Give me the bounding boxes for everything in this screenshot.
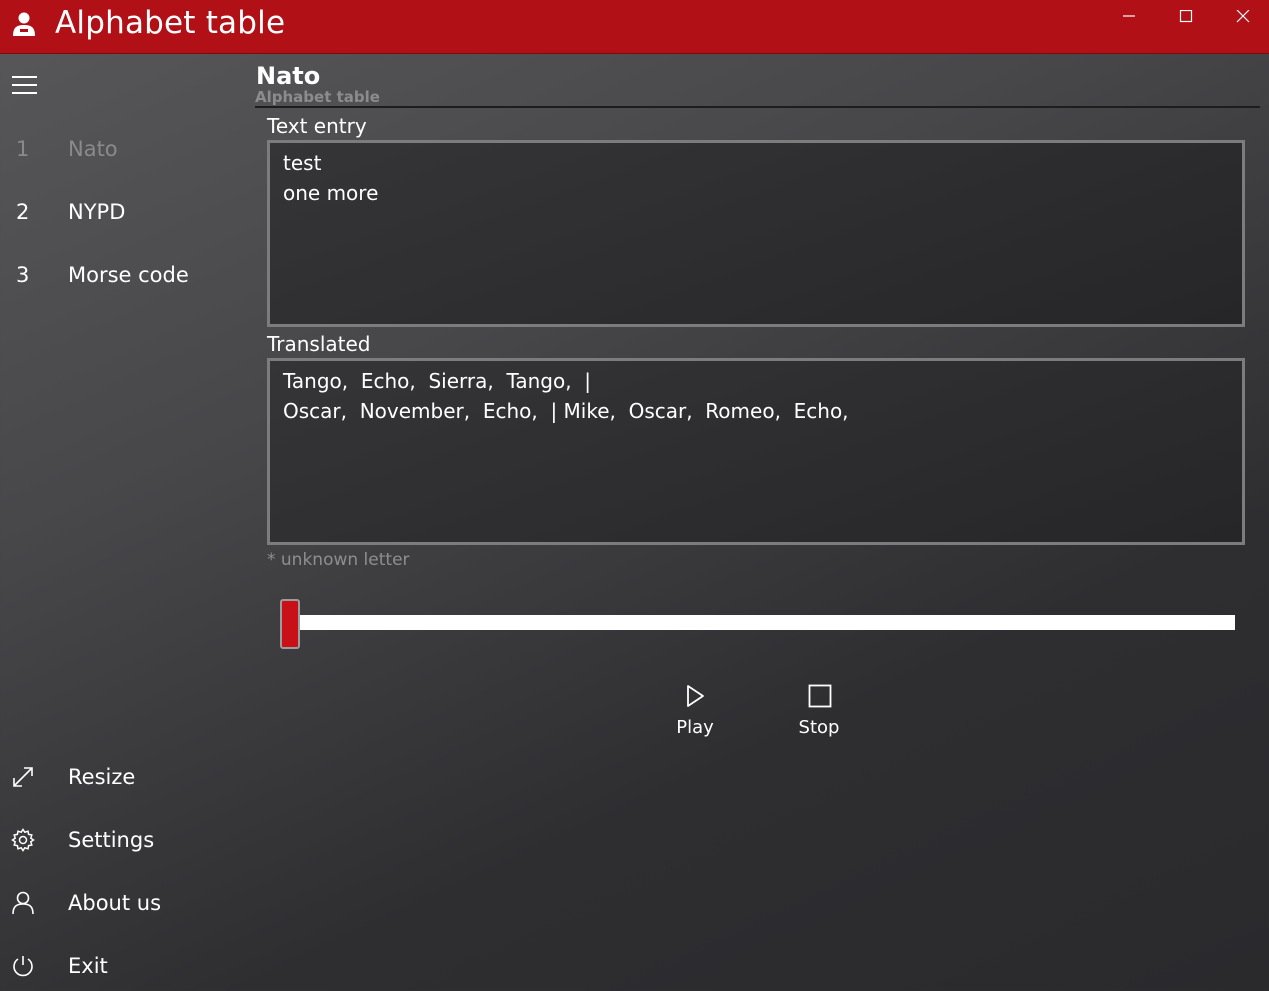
translated-line: Oscar, November, Echo, | Mike, Oscar, Ro… bbox=[283, 399, 849, 423]
gear-icon bbox=[11, 828, 35, 852]
power-icon bbox=[11, 954, 35, 978]
nav-item-number: 3 bbox=[16, 263, 30, 287]
text-entry-line: test bbox=[283, 151, 322, 175]
translated-label: Translated bbox=[267, 332, 371, 356]
hamburger-icon[interactable] bbox=[12, 76, 38, 96]
nav-item-settings[interactable]: Settings bbox=[0, 812, 240, 868]
playback-slider-track[interactable] bbox=[290, 615, 1235, 630]
playback-slider-thumb[interactable] bbox=[280, 599, 300, 649]
nav-item-morse-code[interactable]: 3 Morse code bbox=[0, 247, 240, 303]
close-icon bbox=[1236, 10, 1250, 23]
page-subtitle: Alphabet table bbox=[255, 88, 380, 106]
nav-item-label: Nato bbox=[68, 137, 118, 161]
minimize-button[interactable] bbox=[1101, 0, 1157, 34]
play-button[interactable]: Play bbox=[650, 680, 740, 744]
resize-icon bbox=[11, 765, 35, 789]
text-entry-input[interactable]: test one more bbox=[267, 140, 1245, 327]
play-icon bbox=[687, 685, 704, 707]
title-bar: Alphabet table bbox=[0, 0, 1269, 54]
text-entry-label: Text entry bbox=[267, 114, 367, 138]
nav-item-label: Settings bbox=[68, 828, 155, 852]
stop-button[interactable]: Stop bbox=[774, 680, 864, 744]
window-title: Alphabet table bbox=[55, 5, 286, 41]
nav-item-about-us[interactable]: About us bbox=[0, 875, 240, 931]
nav-item-nypd[interactable]: 2 NYPD bbox=[0, 184, 240, 240]
nav-item-resize[interactable]: Resize bbox=[0, 749, 240, 805]
text-entry-line: one more bbox=[283, 181, 379, 205]
translated-output[interactable]: Tango, Echo, Sierra, Tango, | Oscar, Nov… bbox=[267, 358, 1245, 545]
translated-line: Tango, Echo, Sierra, Tango, | bbox=[283, 369, 592, 393]
nav-item-label: About us bbox=[68, 891, 162, 915]
person-icon bbox=[12, 11, 36, 37]
nav-item-number: 2 bbox=[16, 200, 30, 224]
header-divider bbox=[255, 106, 1260, 108]
nav-item-label: Morse code bbox=[68, 263, 189, 287]
nav-item-exit[interactable]: Exit bbox=[0, 938, 240, 991]
nav-item-label: Resize bbox=[68, 765, 136, 789]
maximize-icon bbox=[1179, 10, 1193, 23]
nav-item-label: NYPD bbox=[68, 200, 126, 224]
stop-icon bbox=[808, 684, 832, 708]
nav-item-label: Exit bbox=[68, 954, 108, 978]
minimize-icon bbox=[1123, 15, 1135, 17]
person-icon bbox=[11, 891, 35, 915]
nav-item-nato[interactable]: 1 Nato bbox=[0, 121, 240, 177]
page-title: Nato bbox=[256, 62, 321, 90]
nav-item-number: 1 bbox=[16, 137, 30, 161]
play-label: Play bbox=[676, 717, 714, 738]
close-button[interactable] bbox=[1215, 0, 1269, 34]
unknown-letter-hint: * unknown letter bbox=[267, 550, 410, 570]
maximize-button[interactable] bbox=[1158, 0, 1214, 34]
stop-label: Stop bbox=[798, 717, 840, 738]
